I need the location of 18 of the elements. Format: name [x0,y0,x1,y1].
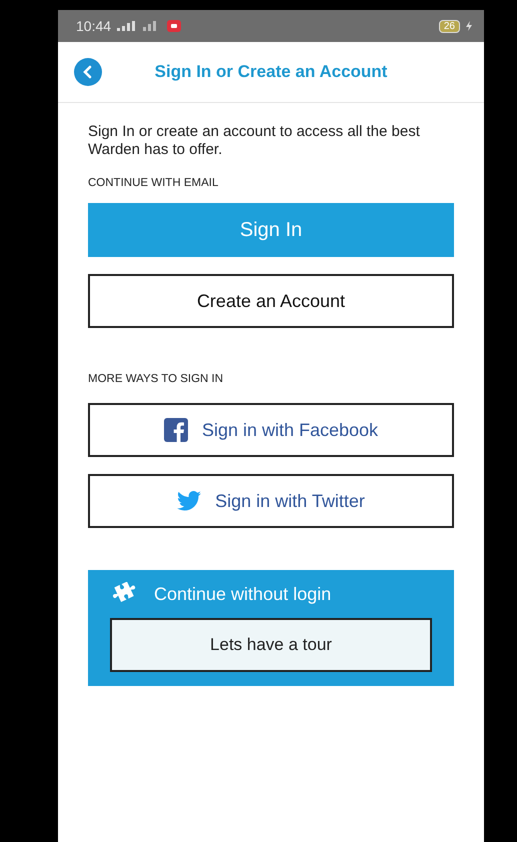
section-label: CONTINUE WITH EMAIL [88,177,220,189]
charging-icon [466,21,472,31]
create-account-button[interactable]: Create an Account [88,274,454,328]
signal-icon [117,21,138,31]
back-button[interactable] [74,58,102,86]
facebook-sign-in-button[interactable]: Sign in with Facebook [88,403,454,457]
battery-indicator: 26 [438,20,460,32]
facebook-icon [164,418,188,442]
bird-icon [177,491,202,511]
twitter-sign-in-button[interactable]: Sign in with Twitter [88,474,454,528]
section-label: MORE WAYS TO SIGN IN [88,373,224,385]
notification-icon [167,20,182,32]
page-title: Sign In or Create an Account [154,62,388,82]
chevron-left-icon [82,65,94,79]
guest-title: Continue without login [154,584,332,604]
tour-button[interactable]: Lets have a tour [110,618,432,672]
intro-text: Sign In or create an account to access all the best Warden has to offer. [88,123,421,159]
clock: 10:44 [76,18,112,34]
